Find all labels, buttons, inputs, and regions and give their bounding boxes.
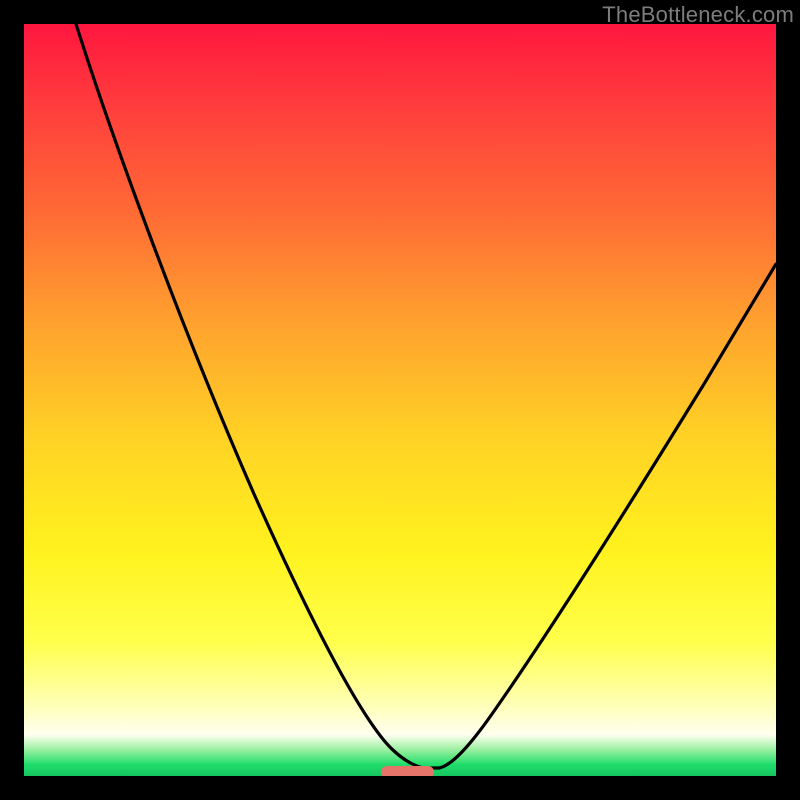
plot-area bbox=[24, 24, 776, 776]
curve-layer bbox=[24, 24, 776, 776]
chart-frame: TheBottleneck.com bbox=[0, 0, 800, 800]
bottleneck-curve bbox=[76, 24, 776, 768]
watermark-text: TheBottleneck.com bbox=[602, 2, 794, 28]
optimal-marker bbox=[381, 766, 434, 776]
